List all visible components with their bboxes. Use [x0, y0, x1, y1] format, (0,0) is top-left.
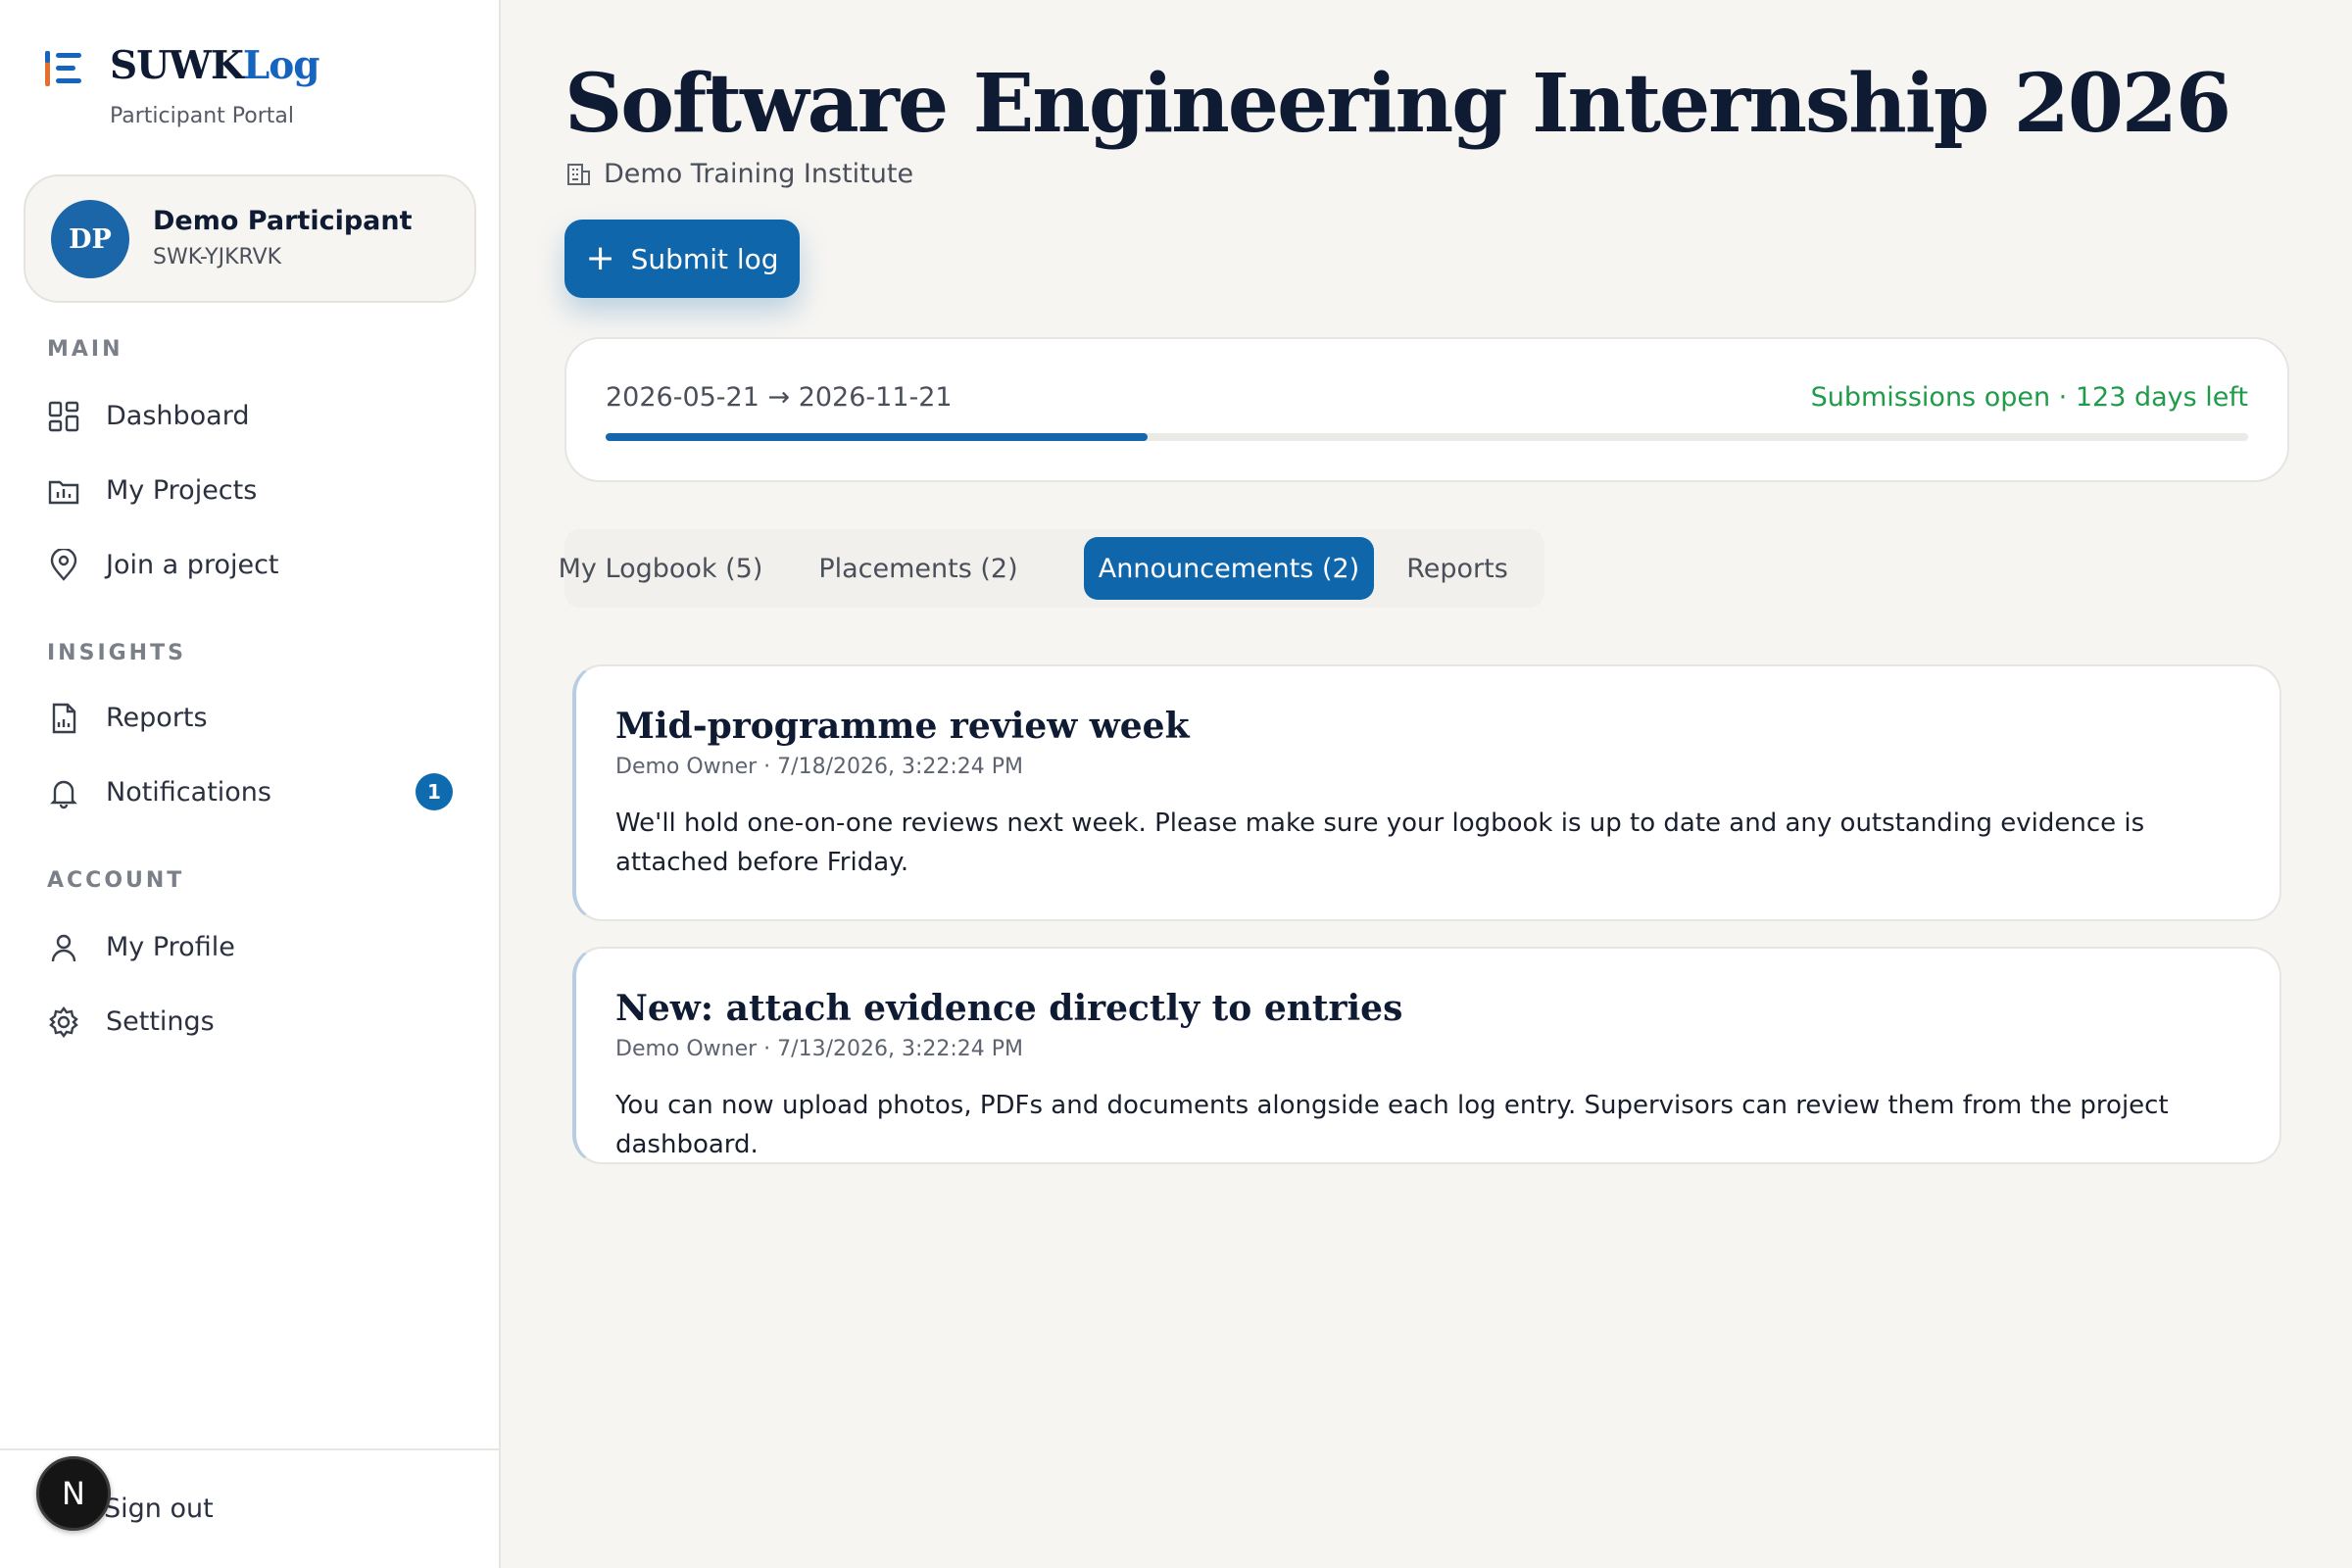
plus-icon: + — [585, 238, 615, 278]
announcement-card[interactable]: Mid-programme review week Demo Owner · 7… — [572, 664, 2281, 921]
tab-announcements[interactable]: Announcements (2) — [1084, 537, 1374, 600]
announcement-meta: Demo Owner · 7/18/2026, 3:22:24 PM — [615, 755, 1024, 779]
logbook-icon — [45, 51, 81, 86]
brand-name: SUWKLog — [110, 43, 320, 88]
main-content: Software Engineering Internship 2026 Dem… — [502, 0, 2352, 1568]
announcement-title: New: attach evidence directly to entries — [615, 988, 1403, 1029]
progress-track — [606, 433, 2248, 441]
submit-log-label: Submit log — [630, 242, 779, 275]
tab-bar: My Logbook (5) Placements (2) Announceme… — [559, 529, 1544, 608]
timeline-card: 2026-05-21 → 2026-11-21 Submissions open… — [564, 337, 2289, 482]
sidebar-item-join-project[interactable]: Join a project — [24, 533, 476, 596]
sidebar-item-dashboard[interactable]: Dashboard — [24, 384, 476, 447]
folder-chart-icon — [48, 480, 79, 505]
user-icon — [51, 934, 76, 962]
user-name: Demo Participant — [153, 206, 413, 236]
section-label-account: ACCOUNT — [47, 868, 185, 893]
sidebar-item-label: Dashboard — [106, 400, 250, 431]
sidebar-item-label: My Projects — [106, 474, 258, 506]
sidebar-item-label: Reports — [106, 702, 208, 733]
sidebar-item-label: Join a project — [106, 549, 279, 580]
sidebar-item-my-profile[interactable]: My Profile — [24, 915, 476, 978]
announcement-card[interactable]: New: attach evidence directly to entries… — [572, 947, 2281, 1164]
bell-icon — [50, 780, 77, 809]
announcement-body: You can now upload photos, PDFs and docu… — [615, 1091, 2169, 1159]
notification-count-badge: 1 — [416, 773, 453, 810]
building-icon — [567, 163, 590, 185]
announcement-body: We'll hold one-on-one reviews next week.… — [615, 808, 2145, 877]
progress-fill — [606, 433, 1149, 441]
organization-name: Demo Training Institute — [604, 159, 914, 189]
announcement-title: Mid-programme review week — [615, 706, 1190, 747]
sidebar-item-label: My Profile — [106, 931, 235, 962]
sidebar-item-my-projects[interactable]: My Projects — [24, 459, 476, 521]
tab-my-logbook[interactable]: My Logbook (5) — [559, 537, 763, 600]
section-label-main: MAIN — [47, 337, 123, 362]
report-icon — [52, 703, 76, 734]
sign-out-button[interactable]: Sign out — [104, 1494, 214, 1524]
sidebar-item-reports[interactable]: Reports — [24, 686, 476, 749]
sidebar: SUWKLog Participant Portal DP Demo Parti… — [0, 0, 501, 1568]
date-range: 2026-05-21 → 2026-11-21 — [606, 382, 953, 413]
submit-log-button[interactable]: + Submit log — [564, 220, 800, 298]
sidebar-divider — [0, 1448, 501, 1450]
sidebar-item-notifications[interactable]: Notifications 1 — [24, 760, 476, 823]
dev-tools-badge[interactable]: N — [36, 1456, 111, 1531]
submission-status: Submissions open · 123 days left — [1810, 382, 2248, 413]
tab-reports[interactable]: Reports — [1384, 537, 1531, 600]
user-card[interactable]: DP Demo Participant SWK-YJKRVK — [24, 174, 476, 303]
dashboard-icon — [48, 401, 79, 432]
map-pin-icon — [50, 549, 77, 581]
announcement-meta: Demo Owner · 7/13/2026, 3:22:24 PM — [615, 1037, 1024, 1061]
gear-icon — [49, 1006, 78, 1038]
tab-placements[interactable]: Placements (2) — [757, 537, 1080, 600]
brand-subtitle: Participant Portal — [110, 104, 294, 128]
page-title: Software Engineering Internship 2026 — [564, 57, 2231, 151]
section-label-insights: INSIGHTS — [47, 641, 186, 665]
sidebar-item-settings[interactable]: Settings — [24, 990, 476, 1053]
organization: Demo Training Institute — [564, 159, 913, 189]
user-code: SWK-YJKRVK — [153, 245, 282, 270]
sidebar-item-label: Notifications — [106, 776, 271, 808]
avatar: DP — [51, 200, 129, 278]
sidebar-item-label: Settings — [106, 1005, 215, 1037]
